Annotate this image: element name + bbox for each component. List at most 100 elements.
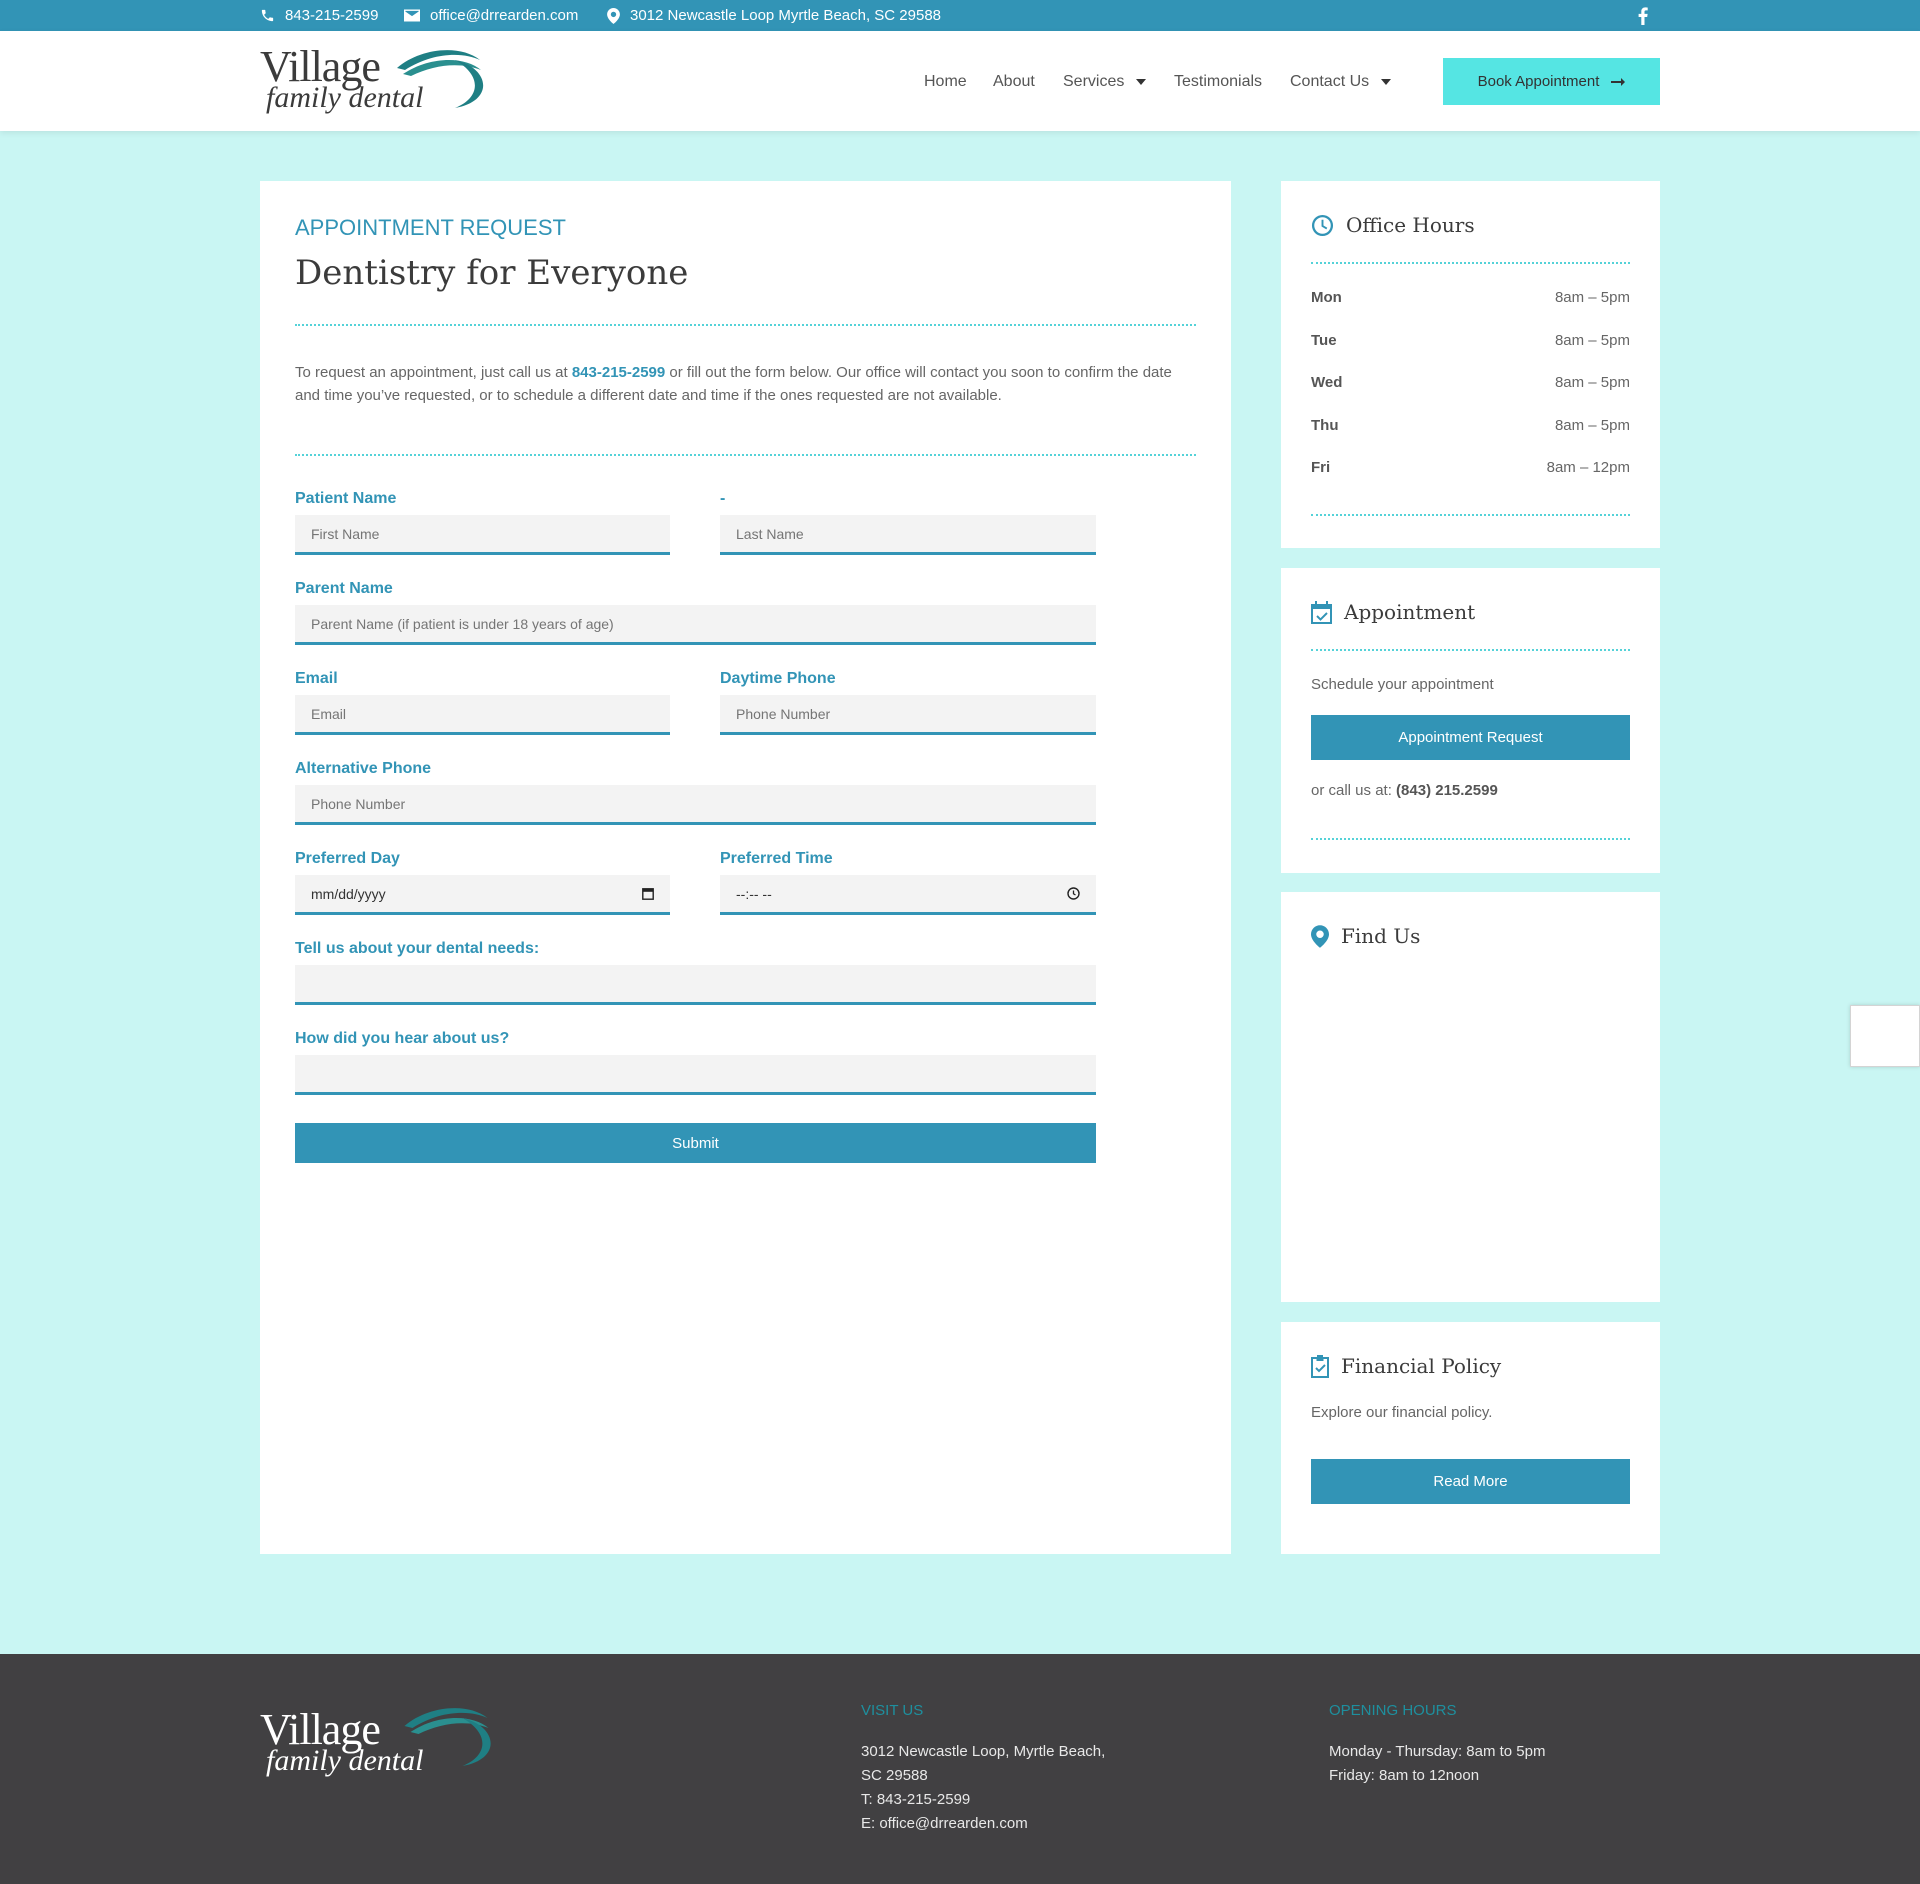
footer-email[interactable]: E: office@drrearden.com [861,1812,1028,1836]
preferred-time-input[interactable]: --:-- -- [720,875,1096,915]
nav-about-label: About [993,73,1035,90]
hours-day: Wed [1311,374,1343,391]
footer-hours-1: Monday - Thursday: 8am to 5pm [1329,1743,1546,1760]
office-hours-card: Office Hours Mon 8am – 5pm Tue 8am – 5pm W… [1281,181,1660,548]
calendar-icon [642,888,654,900]
email-input[interactable] [295,695,670,735]
financial-policy-title: Financial Policy [1341,1354,1502,1378]
nav-home-label: Home [924,73,967,90]
site-logo[interactable]: Village family dental [260,41,490,121]
site-footer: Village family dental VISIT US 3012 Newc… [0,1654,1920,1884]
appointment-title: Appointment [1344,600,1476,624]
dental-needs-textarea[interactable] [295,965,1096,1005]
footer-phone[interactable]: T: 843-215-2599 [861,1788,970,1812]
hours-row: Fri 8am – 12pm [1311,459,1630,476]
email-label: Email [295,670,338,687]
topbar-phone[interactable]: 843-215-2599 [260,0,378,31]
top-bar: 843-215-2599 office@drrearden.com 3012 N… [0,0,1920,31]
hours-time: 8am – 5pm [1554,374,1630,391]
parent-name-input[interactable] [295,605,1096,645]
first-name-input[interactable] [295,515,670,555]
topbar-address: 3012 Newcastle Loop Myrtle Beach, SC 295… [607,0,941,31]
alt-phone-input[interactable] [295,785,1096,825]
nav-services[interactable]: Services [1063,73,1147,91]
parent-name-label: Parent Name [295,580,393,597]
submit-button[interactable]: Submit [295,1123,1096,1163]
financial-policy-card: Financial Policy Explore our financial p… [1281,1322,1660,1554]
last-name-label: - [720,490,726,507]
call-number[interactable]: (843) 215.2599 [1396,782,1498,799]
map-pin-icon [607,7,620,24]
preferred-time-label: Preferred Time [720,850,833,867]
divider [1311,514,1630,516]
site-header: Village family dental Home About Service… [0,31,1920,131]
section-eyebrow: APPOINTMENT REQUEST [295,215,566,240]
chevron-down-icon [1136,79,1147,85]
patient-name-label: Patient Name [295,490,397,507]
financial-policy-heading: Financial Policy [1311,1354,1501,1378]
preferred-time-value: --:-- -- [736,885,772,902]
referral-input[interactable] [295,1055,1096,1095]
logo-swoosh-icon [397,50,484,108]
daytime-phone-label: Daytime Phone [720,670,836,687]
nav-home[interactable]: Home [924,73,967,91]
mail-icon [404,9,420,22]
page-title: Dentistry for Everyone [295,253,689,293]
arrow-right-icon [1611,77,1626,86]
footer-address-2: SC 29588 [861,1767,928,1784]
read-more-button[interactable]: Read More [1311,1459,1630,1504]
nav-testimonials[interactable]: Testimonials [1174,73,1262,91]
topbar-address-text: 3012 Newcastle Loop Myrtle Beach, SC 295… [630,7,942,24]
financial-policy-text: Explore our financial policy. [1311,1404,1493,1421]
divider [295,454,1196,456]
preferred-day-label: Preferred Day [295,850,400,867]
hours-row: Wed 8am – 5pm [1311,374,1630,391]
hours-time: 8am – 5pm [1554,332,1630,349]
appointment-text: Schedule your appointment [1311,676,1494,693]
intro-phone-link[interactable]: 843-215-2599 [572,364,665,381]
nav-contact-label: Contact Us [1290,73,1370,90]
clipboard-check-icon [1311,1354,1329,1378]
hours-time: 8am – 5pm [1554,289,1630,306]
footer-hours-2: Friday: 8am to 12noon [1329,1767,1480,1784]
office-hours-title: Office Hours [1346,213,1475,237]
hours-day: Tue [1311,332,1337,349]
daytime-phone-input[interactable] [720,695,1096,735]
divider [295,324,1196,326]
map-pin-icon [1311,924,1329,948]
hours-day: Fri [1311,459,1331,476]
map-embed[interactable] [1311,972,1630,1272]
appointment-request-button[interactable]: Appointment Request [1311,715,1630,760]
clock-icon [1311,214,1334,236]
book-appointment-label: Book Appointment [1477,73,1600,90]
intro-text: To request an appointment, just call us … [295,361,1200,407]
last-name-input[interactable] [720,515,1096,555]
phone-icon [261,9,274,22]
nav-testimonials-label: Testimonials [1174,73,1263,90]
footer-hours-heading: OPENING HOURS [1329,1702,1457,1719]
footer-visit-heading: VISIT US [861,1702,924,1719]
divider [1311,649,1630,651]
referral-label: How did you hear about us? [295,1030,510,1047]
facebook-link[interactable] [1638,0,1648,31]
recaptcha-badge[interactable] [1850,1005,1920,1067]
book-appointment-button[interactable]: Book Appointment [1443,58,1660,105]
preferred-day-value: mm/dd/yyyy [311,885,386,902]
appointment-widget: Appointment Schedule your appointment Ap… [1281,568,1660,873]
footer-logo[interactable]: Village family dental [260,1704,500,1784]
hours-row: Thu 8am – 5pm [1311,417,1630,434]
dental-needs-label: Tell us about your dental needs: [295,940,540,957]
nav-contact[interactable]: Contact Us [1290,73,1392,91]
nav-about[interactable]: About [993,73,1035,91]
preferred-day-input[interactable]: mm/dd/yyyy [295,875,670,915]
time-icon [1067,887,1080,900]
chevron-down-icon [1381,79,1392,85]
nav-services-label: Services [1063,73,1125,90]
appointment-heading: Appointment [1311,600,1475,624]
alt-phone-label: Alternative Phone [295,760,432,777]
find-us-title: Find Us [1341,924,1421,948]
topbar-email-text: office@drrearden.com [430,7,579,24]
topbar-email[interactable]: office@drrearden.com [404,0,578,31]
divider [1311,262,1630,264]
find-us-heading: Find Us [1311,924,1420,948]
